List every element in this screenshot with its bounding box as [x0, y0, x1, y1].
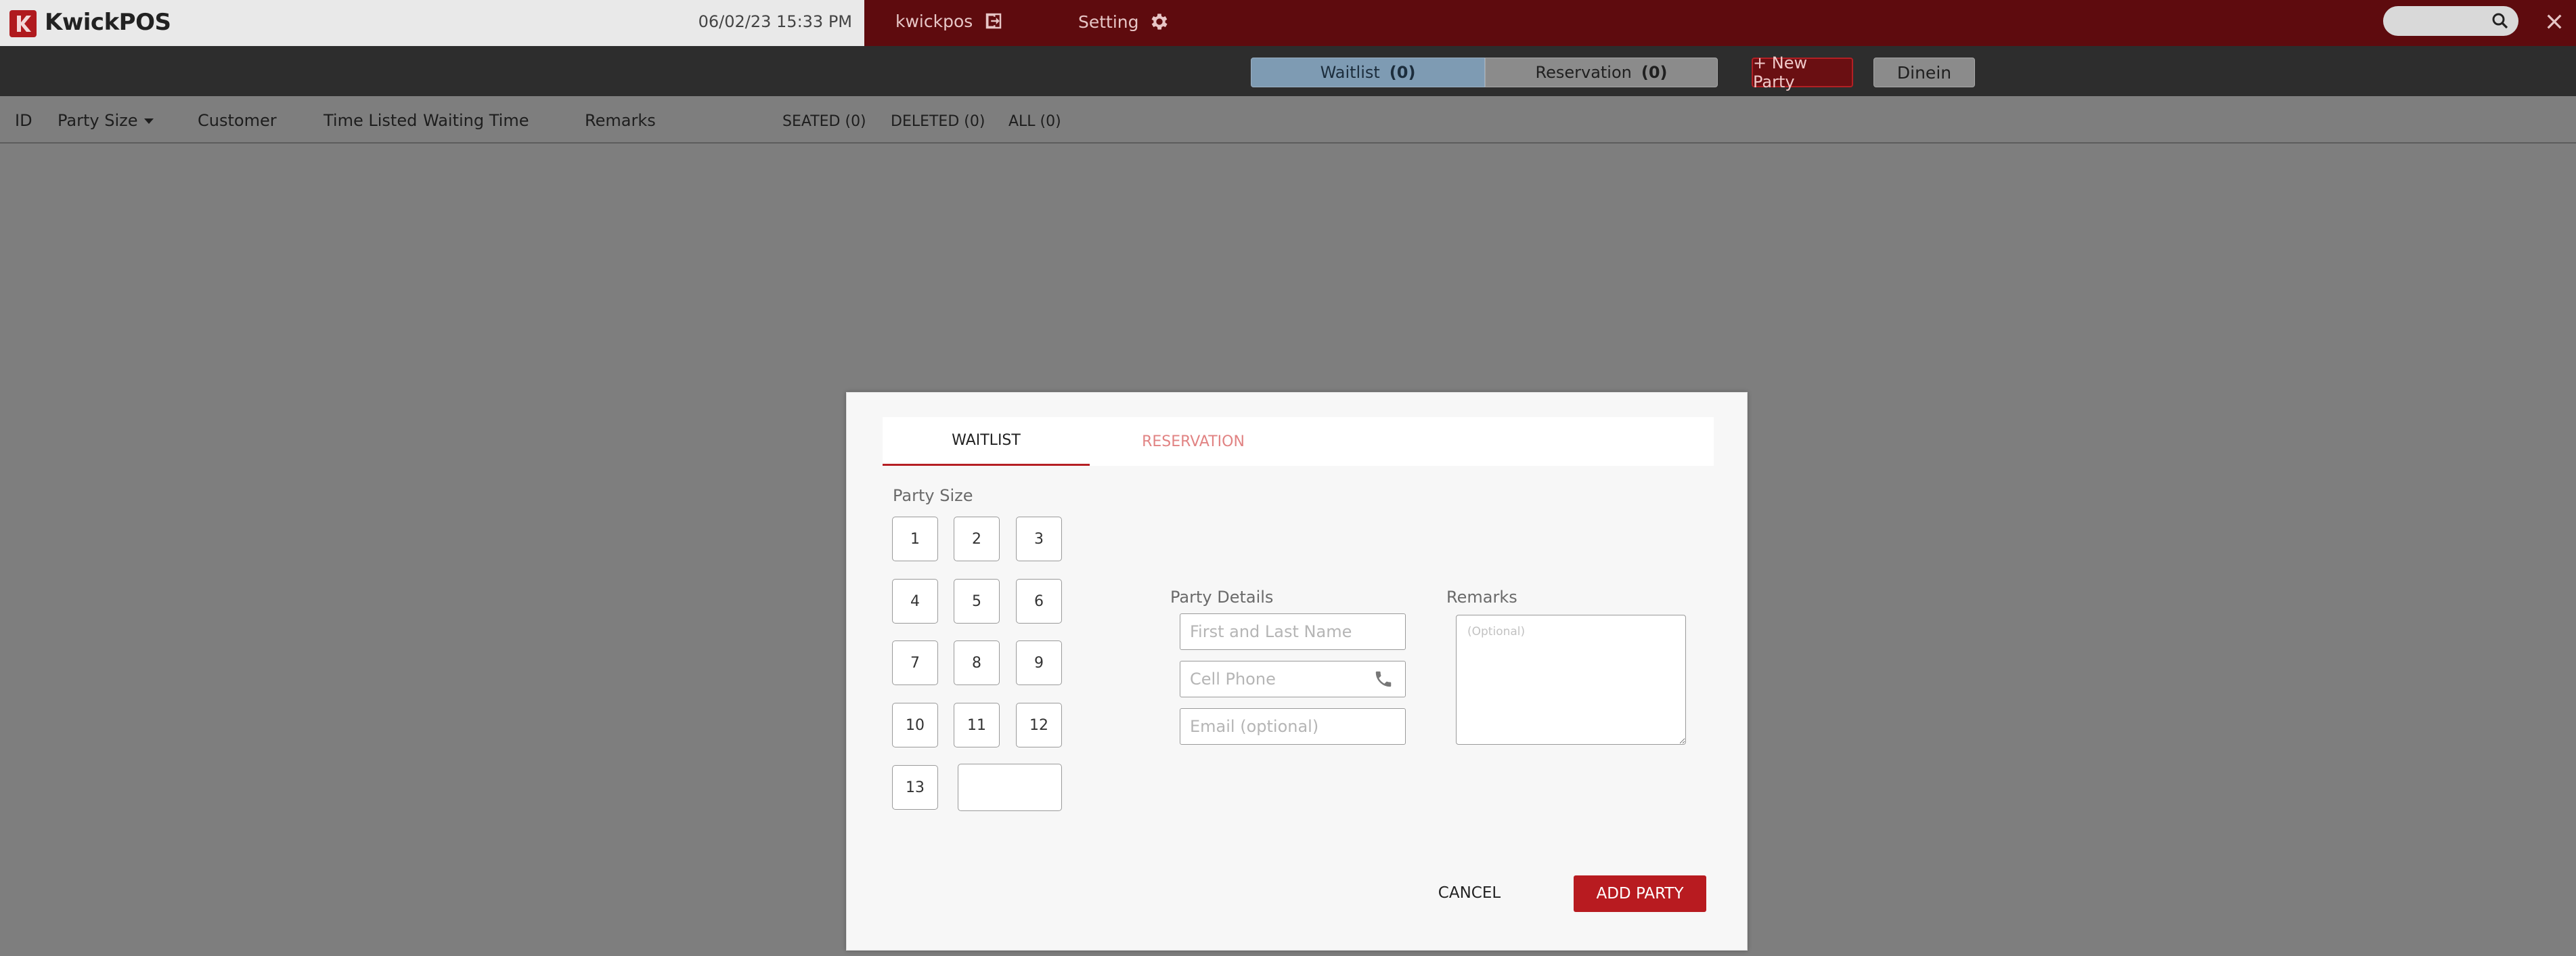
- filter-seated[interactable]: SEATED (0): [782, 113, 866, 130]
- cancel-button[interactable]: CANCEL: [1437, 875, 1502, 911]
- col-time-listed[interactable]: Time Listed: [324, 111, 417, 130]
- new-party-dialog: WAITLIST RESERVATION Party Size 1 2 3 4 …: [846, 392, 1748, 951]
- party-size-2[interactable]: 2: [954, 517, 1000, 561]
- reservation-count: (0): [1641, 63, 1668, 82]
- settings-link[interactable]: Setting: [1078, 11, 1170, 32]
- reservation-toggle-label: Reservation: [1535, 63, 1632, 82]
- tab-waitlist[interactable]: WAITLIST: [883, 417, 1090, 466]
- search-icon[interactable]: [2490, 11, 2510, 31]
- kwickpos-logo-icon: [9, 10, 37, 37]
- col-party-size-label: Party Size: [58, 111, 138, 130]
- party-size-11[interactable]: 11: [954, 703, 1000, 747]
- remarks-label: Remarks: [1446, 588, 1517, 607]
- name-input[interactable]: [1180, 613, 1406, 650]
- logout-icon[interactable]: [983, 11, 1004, 31]
- party-size-9[interactable]: 9: [1016, 640, 1062, 685]
- remarks-input[interactable]: [1456, 615, 1686, 745]
- phone-input[interactable]: [1180, 661, 1406, 697]
- waitlist-toggle[interactable]: Waitlist (0): [1251, 58, 1485, 87]
- settings-label: Setting: [1078, 12, 1139, 32]
- list-header: ID Party Size Customer Time Listed Waiti…: [0, 96, 2576, 144]
- tab-reservation[interactable]: RESERVATION: [1090, 417, 1297, 466]
- party-size-13[interactable]: 13: [892, 765, 938, 810]
- col-waiting-time[interactable]: Waiting Time: [423, 111, 529, 130]
- gear-icon[interactable]: [1149, 11, 1170, 32]
- party-size-5[interactable]: 5: [954, 579, 1000, 624]
- col-remarks[interactable]: Remarks: [585, 111, 656, 130]
- dinein-button[interactable]: Dinein: [1873, 58, 1975, 87]
- reservation-toggle[interactable]: Reservation (0): [1485, 58, 1718, 87]
- custom-party-size-input[interactable]: [958, 764, 1062, 811]
- waitlist-count: (0): [1389, 63, 1416, 82]
- new-party-button[interactable]: + New Party: [1752, 53, 1853, 91]
- brand-name: KwickPOS: [45, 9, 171, 36]
- filter-all[interactable]: ALL (0): [1008, 113, 1061, 130]
- add-party-button[interactable]: ADD PARTY: [1574, 875, 1706, 912]
- party-size-3[interactable]: 3: [1016, 517, 1062, 561]
- party-size-7[interactable]: 7: [892, 640, 938, 685]
- search-input[interactable]: [2383, 6, 2518, 36]
- party-details-label: Party Details: [1170, 588, 1274, 607]
- top-bar: KwickPOS 06/02/23 15:33 PM kwickpos Sett…: [0, 0, 2576, 46]
- party-size-1[interactable]: 1: [892, 517, 938, 561]
- dialog-tabs: WAITLIST RESERVATION: [883, 417, 1714, 466]
- party-size-8[interactable]: 8: [954, 640, 1000, 685]
- brand-area: KwickPOS 06/02/23 15:33 PM: [0, 0, 864, 46]
- party-size-10[interactable]: 10: [892, 703, 938, 747]
- phone-icon: [1375, 671, 1392, 687]
- close-icon[interactable]: [2544, 11, 2565, 32]
- party-size-label: Party Size: [893, 486, 973, 505]
- filter-deleted[interactable]: DELETED (0): [891, 113, 985, 130]
- user-logout[interactable]: kwickpos: [895, 11, 1004, 31]
- col-party-size[interactable]: Party Size: [58, 111, 154, 130]
- view-toolbar: Waitlist (0) Reservation (0) + New Party…: [0, 46, 2576, 96]
- chevron-down-icon: [144, 118, 154, 124]
- col-id[interactable]: ID: [15, 111, 32, 130]
- header-actions: kwickpos Setting: [864, 0, 2576, 46]
- username: kwickpos: [895, 11, 973, 31]
- party-size-6[interactable]: 6: [1016, 579, 1062, 624]
- col-customer[interactable]: Customer: [198, 111, 277, 130]
- email-input[interactable]: [1180, 708, 1406, 745]
- party-size-4[interactable]: 4: [892, 579, 938, 624]
- waitlist-toggle-label: Waitlist: [1320, 63, 1380, 82]
- party-size-12[interactable]: 12: [1016, 703, 1062, 747]
- current-datetime: 06/02/23 15:33 PM: [698, 12, 852, 31]
